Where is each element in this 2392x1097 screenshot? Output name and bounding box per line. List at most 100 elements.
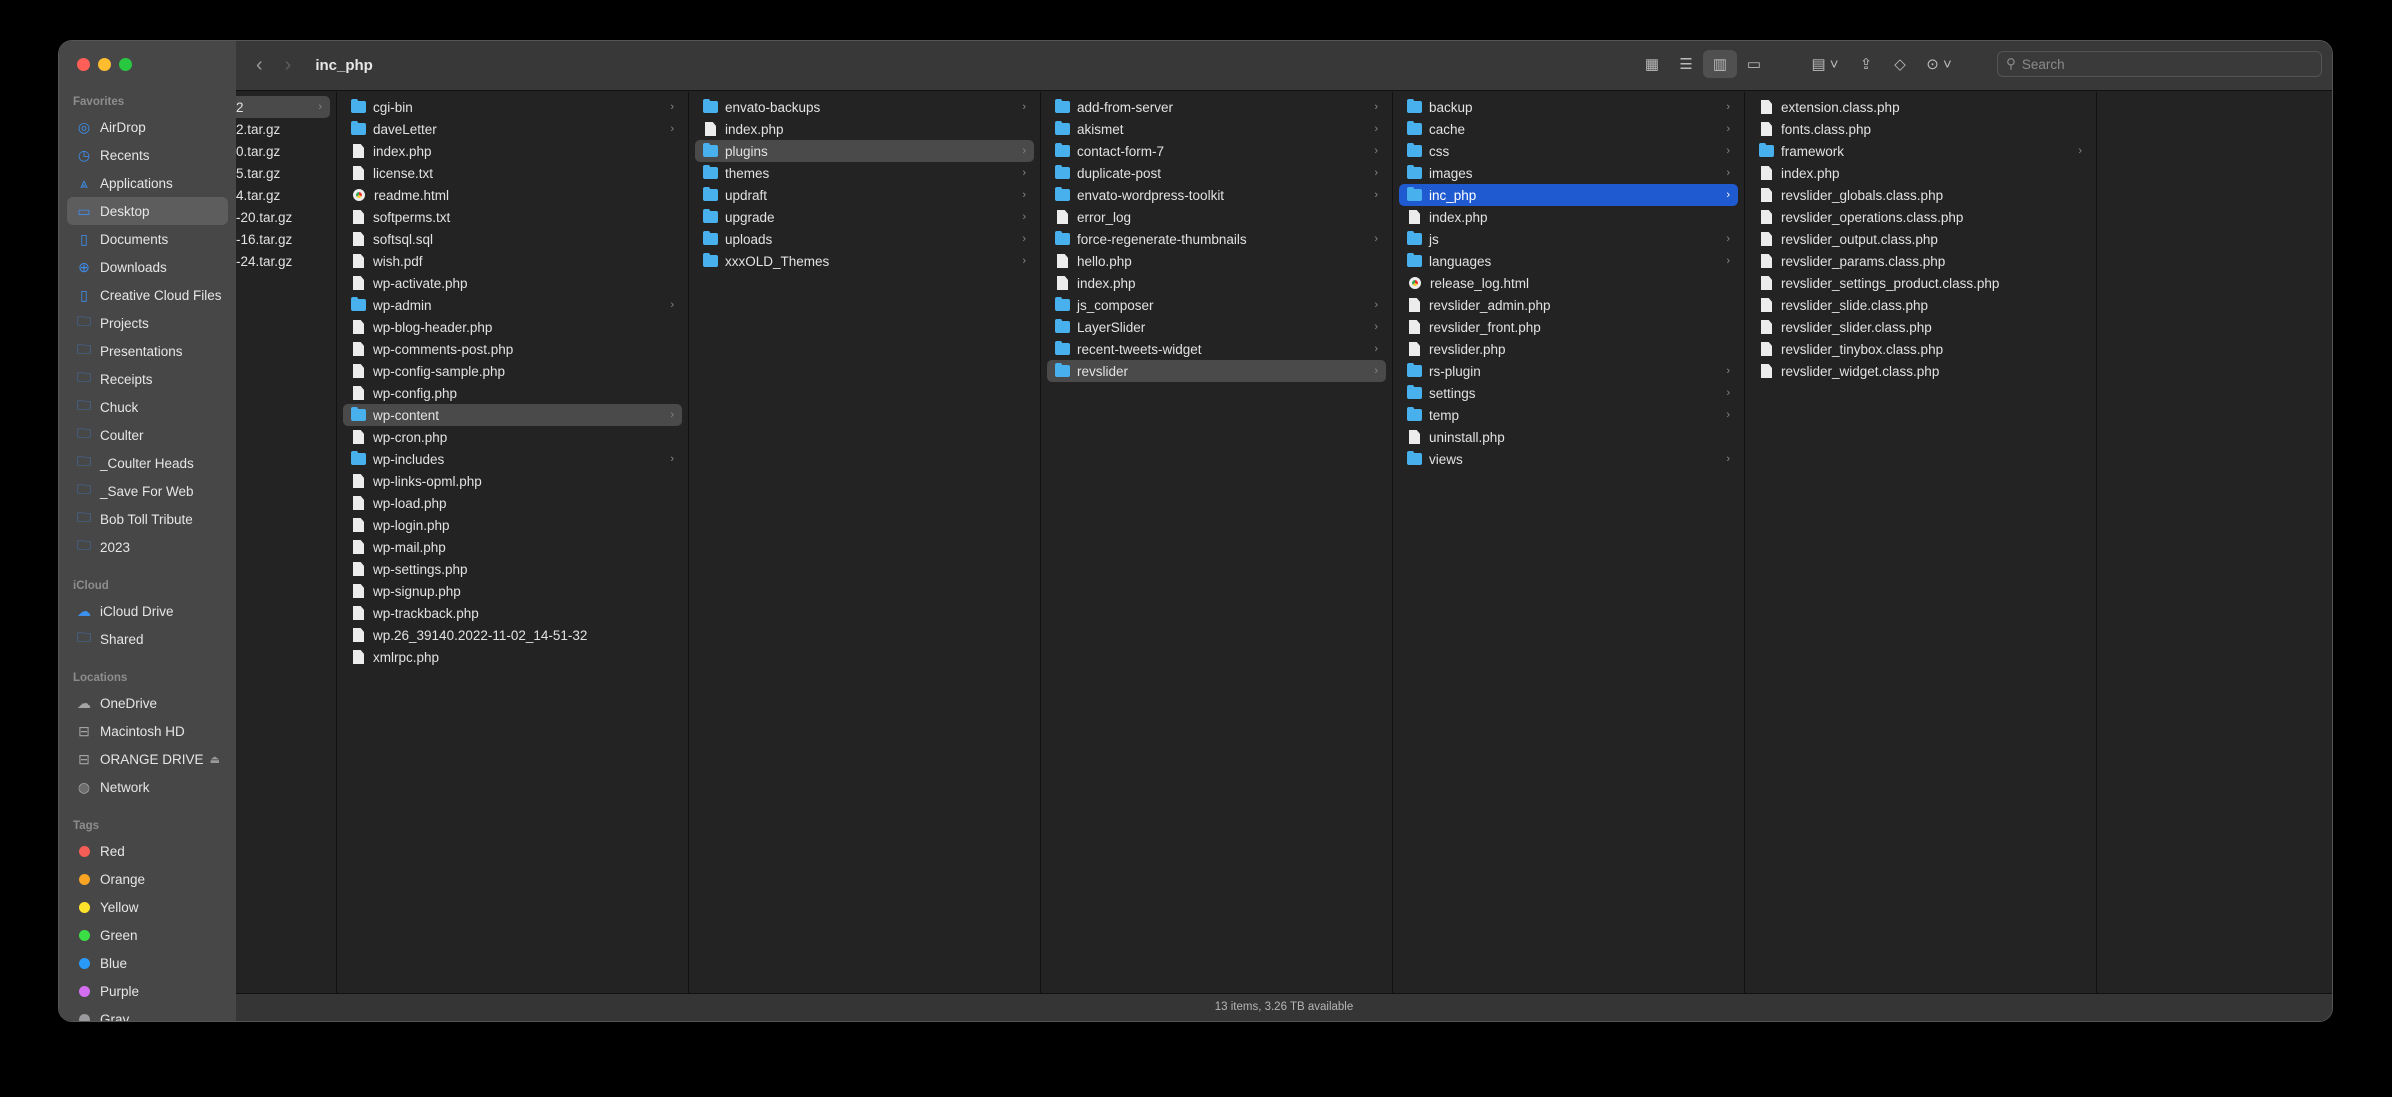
folder-row[interactable]: daveLetter › (343, 118, 682, 140)
sidebar-item--save-for-web[interactable]: 🗀 _Save For Web (67, 477, 228, 505)
sidebar-item-downloads[interactable]: ⊕ Downloads (67, 253, 228, 281)
file-row[interactable]: revslider_front.php (1399, 316, 1738, 338)
sidebar-item-documents[interactable]: ▯ Documents (67, 225, 228, 253)
file-row[interactable]: -16.tar.gz (236, 228, 330, 250)
file-row[interactable]: revslider_output.class.php (1751, 228, 2090, 250)
sidebar-item-yellow[interactable]: Yellow (67, 893, 228, 921)
file-row[interactable]: wp-links-opml.php (343, 470, 682, 492)
sidebar-item--coulter-heads[interactable]: 🗀 _Coulter Heads (67, 449, 228, 477)
sidebar-item-shared[interactable]: 🗀 Shared (67, 625, 228, 653)
file-row[interactable]: 4.tar.gz (236, 184, 330, 206)
file-row[interactable]: revslider_slide.class.php (1751, 294, 2090, 316)
file-row[interactable]: revslider_operations.class.php (1751, 206, 2090, 228)
folder-row[interactable]: LayerSlider › (1047, 316, 1386, 338)
file-row[interactable]: revslider_tinybox.class.php (1751, 338, 2090, 360)
folder-row[interactable]: uploads › (695, 228, 1034, 250)
file-row[interactable]: -24.tar.gz (236, 250, 330, 272)
file-row[interactable]: -20.tar.gz (236, 206, 330, 228)
sidebar-item-presentations[interactable]: 🗀 Presentations (67, 337, 228, 365)
sidebar-item-applications[interactable]: ⩓ Applications (67, 169, 228, 197)
file-row[interactable]: index.php (343, 140, 682, 162)
folder-row[interactable]: cache › (1399, 118, 1738, 140)
file-row[interactable]: release_log.html (1399, 272, 1738, 294)
file-row[interactable]: xmlrpc.php (343, 646, 682, 668)
sidebar-item-macintosh-hd[interactable]: ⊟ Macintosh HD (67, 717, 228, 745)
folder-row[interactable]: envato-backups › (695, 96, 1034, 118)
file-row[interactable]: revslider_globals.class.php (1751, 184, 2090, 206)
file-row[interactable]: index.php (1751, 162, 2090, 184)
file-row[interactable]: revslider.php (1399, 338, 1738, 360)
file-row[interactable]: wp-comments-post.php (343, 338, 682, 360)
folder-row[interactable]: wp-content › (343, 404, 682, 426)
folder-row[interactable]: updraft › (695, 184, 1034, 206)
folder-row[interactable]: wp-includes › (343, 448, 682, 470)
file-row[interactable]: softperms.txt (343, 206, 682, 228)
folder-row[interactable]: inc_php › (1399, 184, 1738, 206)
sidebar-item-creative-cloud-files[interactable]: ▯ Creative Cloud Files (67, 281, 228, 309)
folder-row[interactable]: contact-form-7 › (1047, 140, 1386, 162)
sidebar-item-red[interactable]: Red (67, 837, 228, 865)
eject-icon[interactable]: ⏏ (210, 753, 220, 766)
sidebar-item-orange[interactable]: Orange (67, 865, 228, 893)
icon-view-button[interactable]: ▦ (1635, 50, 1669, 78)
sidebar-item-green[interactable]: Green (67, 921, 228, 949)
folder-row[interactable]: images › (1399, 162, 1738, 184)
folder-row[interactable]: recent-tweets-widget › (1047, 338, 1386, 360)
gallery-view-button[interactable]: ▭ (1737, 50, 1771, 78)
file-row[interactable]: wp-trackback.php (343, 602, 682, 624)
file-row[interactable]: readme.html (343, 184, 682, 206)
folder-row[interactable]: akismet › (1047, 118, 1386, 140)
sidebar-item-coulter[interactable]: 🗀 Coulter (67, 421, 228, 449)
file-row[interactable]: index.php (1047, 272, 1386, 294)
sidebar-item-blue[interactable]: Blue (67, 949, 228, 977)
file-row[interactable]: revslider_admin.php (1399, 294, 1738, 316)
sidebar-item-gray[interactable]: Gray (67, 1005, 228, 1021)
folder-row[interactable]: backup › (1399, 96, 1738, 118)
file-row[interactable]: wp-blog-header.php (343, 316, 682, 338)
close-button[interactable] (77, 58, 90, 71)
minimize-button[interactable] (98, 58, 111, 71)
folder-row[interactable]: xxxOLD_Themes › (695, 250, 1034, 272)
folder-row[interactable]: js › (1399, 228, 1738, 250)
folder-row[interactable]: revslider › (1047, 360, 1386, 382)
file-row[interactable]: wp-activate.php (343, 272, 682, 294)
folder-row[interactable]: rs-plugin › (1399, 360, 1738, 382)
folder-row[interactable]: languages › (1399, 250, 1738, 272)
folder-row[interactable]: force-regenerate-thumbnails › (1047, 228, 1386, 250)
folder-row[interactable]: cgi-bin › (343, 96, 682, 118)
forward-button[interactable]: › (285, 54, 292, 77)
file-row[interactable]: wish.pdf (343, 250, 682, 272)
folder-row[interactable]: settings › (1399, 382, 1738, 404)
folder-row[interactable]: css › (1399, 140, 1738, 162)
sidebar-item-2023[interactable]: 🗀 2023 (67, 533, 228, 561)
sidebar-item-bob-toll-tribute[interactable]: 🗀 Bob Toll Tribute (67, 505, 228, 533)
zoom-button[interactable] (119, 58, 132, 71)
file-row[interactable]: wp-config.php (343, 382, 682, 404)
list-view-button[interactable]: ☰ (1669, 50, 1703, 78)
folder-row[interactable]: upgrade › (695, 206, 1034, 228)
file-row[interactable]: uninstall.php (1399, 426, 1738, 448)
folder-row[interactable]: 2 › (236, 96, 330, 118)
more-actions-button[interactable]: ⊙ ˅ (1917, 50, 1961, 78)
file-row[interactable]: wp-cron.php (343, 426, 682, 448)
tag-icon[interactable]: ◇ (1883, 50, 1917, 78)
folder-row[interactable]: plugins › (695, 140, 1034, 162)
file-row[interactable]: wp.26_39140.2022-11-02_14-51-32 (343, 624, 682, 646)
sidebar-item-projects[interactable]: 🗀 Projects (67, 309, 228, 337)
folder-row[interactable]: framework › (1751, 140, 2090, 162)
file-row[interactable]: revslider_widget.class.php (1751, 360, 2090, 382)
folder-row[interactable]: temp › (1399, 404, 1738, 426)
file-row[interactable]: license.txt (343, 162, 682, 184)
sidebar-item-airdrop[interactable]: ◎ AirDrop (67, 113, 228, 141)
back-button[interactable]: ‹ (256, 54, 263, 77)
file-row[interactable]: fonts.class.php (1751, 118, 2090, 140)
sidebar-item-orange-drive[interactable]: ⊟ ORANGE DRIVE ⏏ (67, 745, 228, 773)
search-input[interactable]: ⚲ Search (1997, 51, 2322, 77)
file-row[interactable]: wp-load.php (343, 492, 682, 514)
file-row[interactable]: wp-settings.php (343, 558, 682, 580)
folder-row[interactable]: wp-admin › (343, 294, 682, 316)
file-row[interactable]: wp-mail.php (343, 536, 682, 558)
sidebar-item-network[interactable]: ◍ Network (67, 773, 228, 801)
sidebar-item-recents[interactable]: ◷ Recents (67, 141, 228, 169)
folder-row[interactable]: themes › (695, 162, 1034, 184)
